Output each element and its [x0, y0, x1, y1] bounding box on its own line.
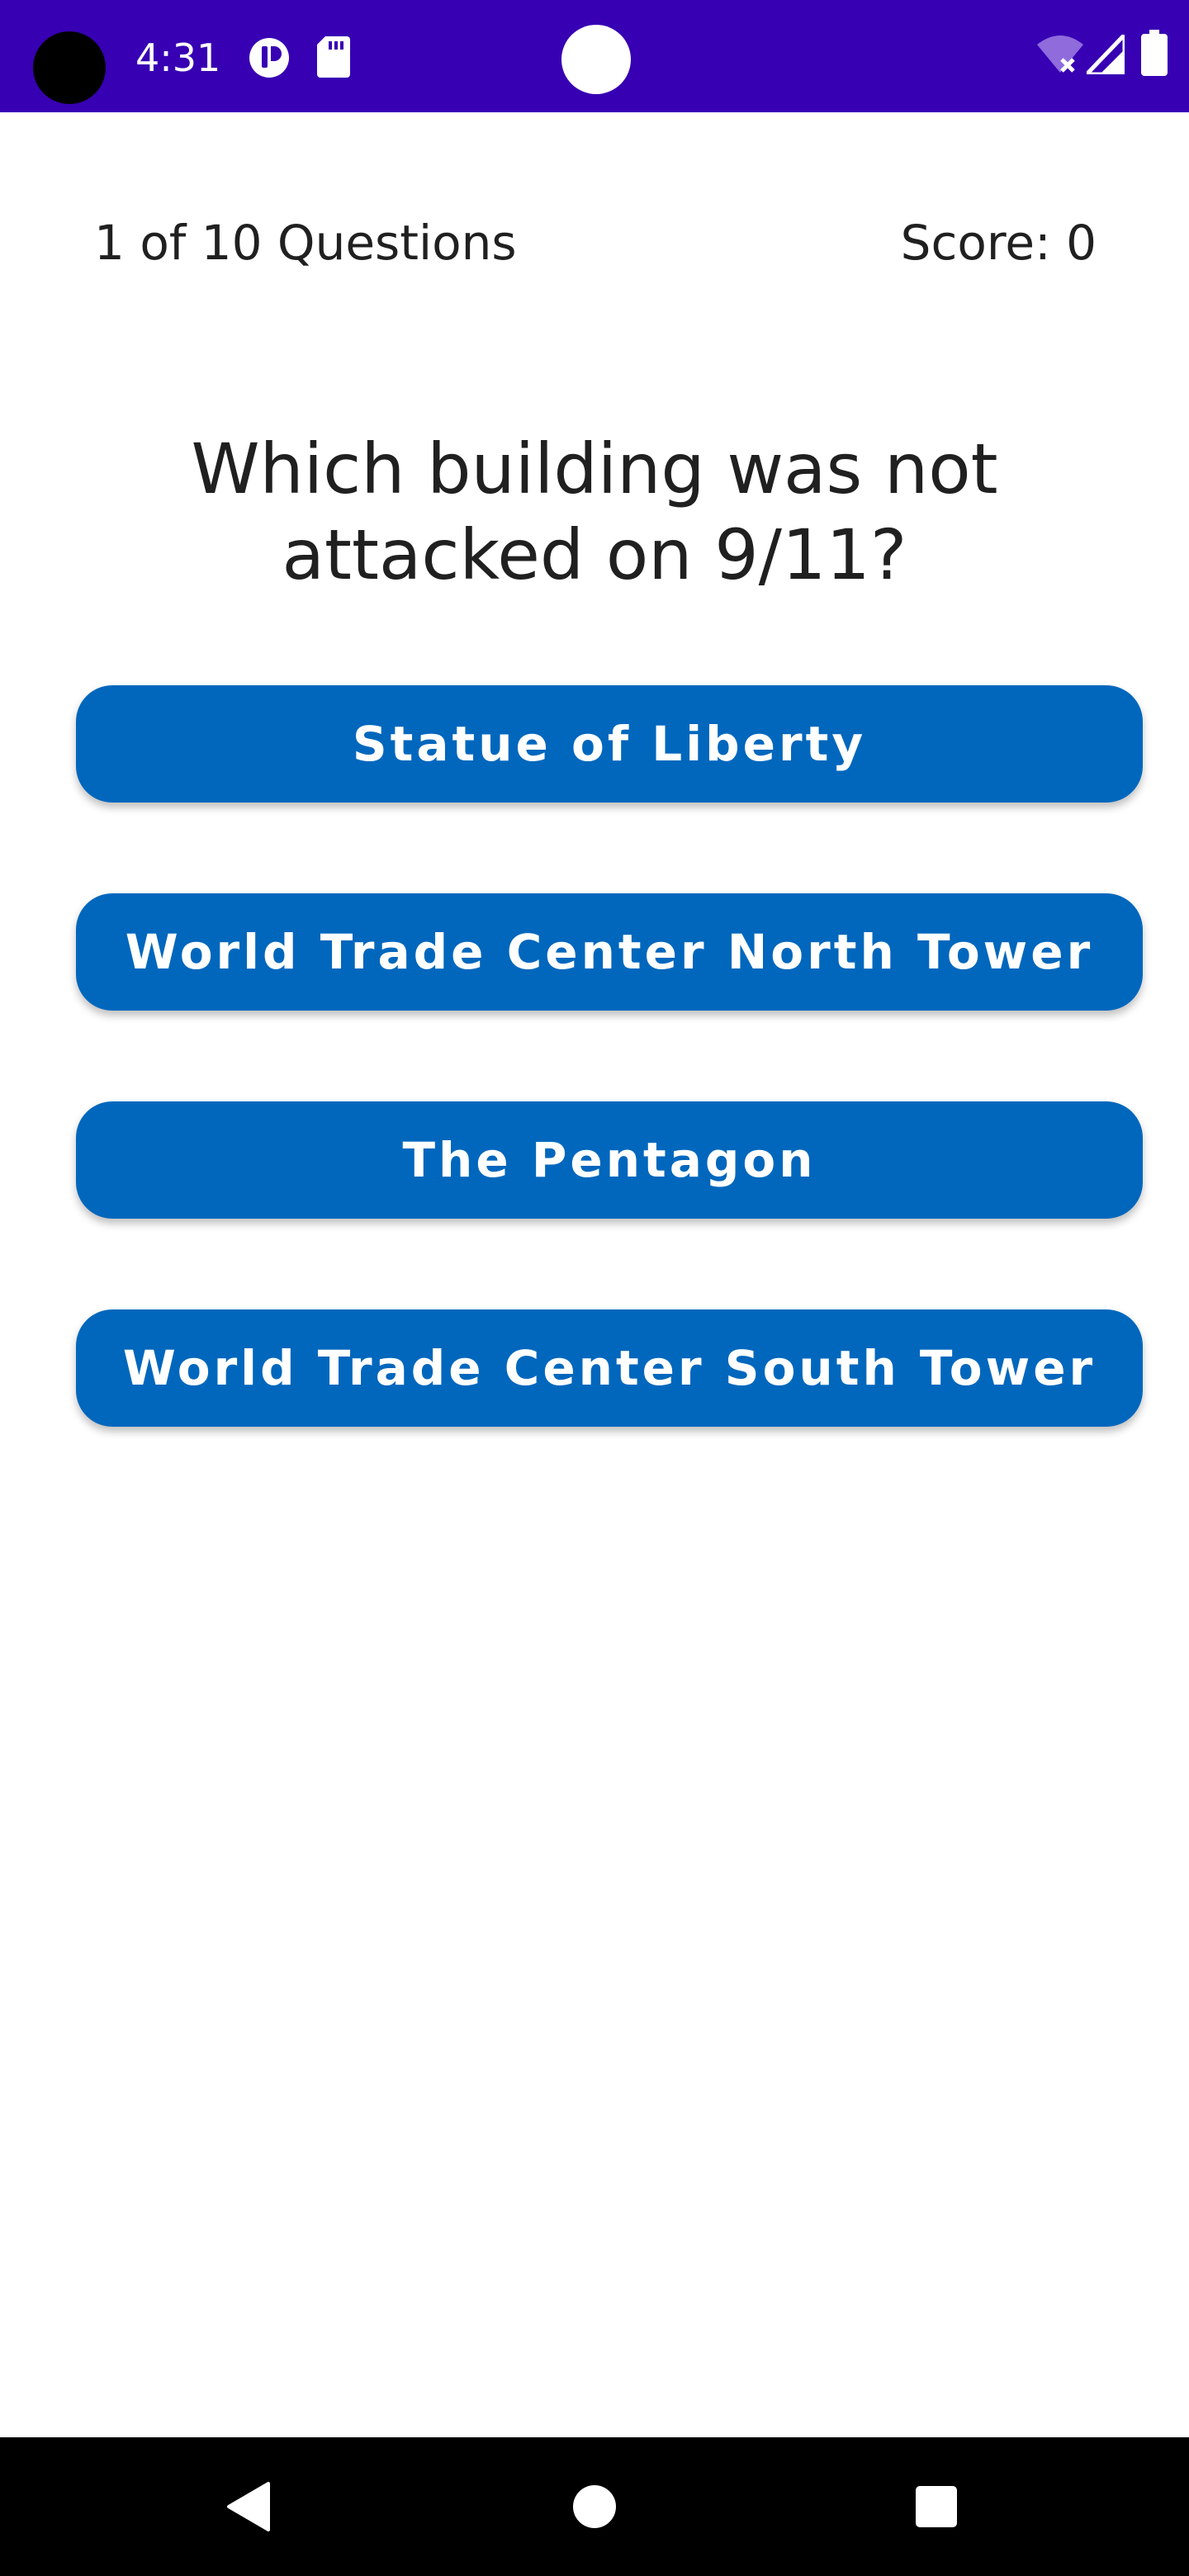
- home-icon: [573, 2485, 616, 2528]
- answer-button-2[interactable]: World Trade Center North Tower: [76, 893, 1143, 1011]
- score-label: Score: 0: [900, 215, 1097, 271]
- answer-list: Statue of Liberty World Trade Center Nor…: [76, 685, 1143, 1518]
- center-dot: [561, 25, 631, 94]
- camera-cutout: [33, 31, 106, 104]
- battery-icon: [1141, 30, 1168, 76]
- wifi-off-icon: [1037, 36, 1083, 73]
- recents-icon: [916, 2486, 957, 2527]
- status-time: 4:31: [135, 36, 221, 80]
- back-button[interactable]: [182, 2437, 314, 2576]
- recents-button[interactable]: [870, 2437, 1002, 2576]
- back-icon: [227, 2482, 270, 2531]
- answer-button-4[interactable]: World Trade Center South Tower: [76, 1309, 1143, 1427]
- sd-card-icon: [317, 36, 350, 78]
- answer-button-1[interactable]: Statue of Liberty: [76, 685, 1143, 803]
- status-bar: 4:31: [0, 0, 1189, 112]
- question-text: Which building was not attacked on 9/11?: [191, 429, 998, 595]
- home-button[interactable]: [528, 2437, 661, 2576]
- app-notification-icon: [249, 38, 289, 78]
- navigation-bar: [0, 2437, 1189, 2576]
- answer-button-3[interactable]: The Pentagon: [76, 1101, 1143, 1219]
- cell-signal-icon: [1087, 35, 1125, 74]
- question-progress: 1 of 10 Questions: [94, 215, 517, 271]
